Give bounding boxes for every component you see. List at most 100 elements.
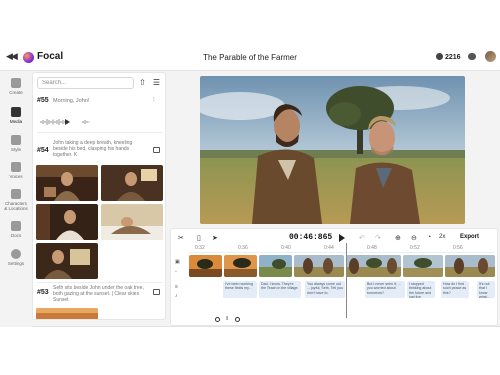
scroll-handle-right[interactable] [235, 317, 240, 322]
playhead[interactable] [346, 243, 347, 318]
zoom-level[interactable]: 2x [439, 234, 445, 240]
lightbulb-icon [11, 78, 21, 88]
video-preview[interactable] [200, 76, 465, 224]
audio-track-icon: ♪ [175, 293, 178, 299]
caption-track-icon: ≡ [175, 284, 178, 290]
media-item-number: #54 [37, 147, 49, 154]
rail-item-create[interactable]: Create [0, 78, 32, 95]
scissors-icon[interactable]: ✂ [178, 234, 184, 242]
rail-label: Docs [10, 233, 22, 238]
left-rail: Create Media Style Voices Characters & L… [0, 72, 32, 327]
ruler-tick: 0:36 [238, 245, 248, 251]
video-clip[interactable] [294, 255, 344, 277]
credits-value: 2216 [445, 54, 461, 61]
document-icon [11, 221, 21, 231]
timeline-panel: ✂ ▯ ➤ 00:46:865 ↶ ↷ ⊕ ⊖ ◔ 2x Export 0:32… [170, 228, 498, 326]
ruler-tick: 0:44 [324, 245, 334, 251]
rail-label: Voices [9, 174, 23, 179]
rail-label: Media [9, 119, 23, 124]
scroll-handle-left[interactable] [215, 317, 220, 322]
time-ruler[interactable]: 0:32 0:36 0:40 0:44 0:48 0:52 0:56 [189, 245, 495, 253]
caption-clip[interactable]: You always come out ... joyful, Seth. Te… [305, 281, 345, 298]
speed-icon[interactable]: ◔ [427, 234, 431, 241]
app-name: Focal [37, 51, 64, 62]
palette-icon [11, 135, 21, 145]
cursor-icon[interactable]: ➤ [212, 234, 218, 242]
audio-waveform[interactable] [39, 118, 109, 126]
media-thumbnail[interactable] [36, 243, 98, 279]
avatar[interactable] [485, 51, 496, 62]
trash-icon[interactable]: ▯ [197, 234, 201, 242]
divider [37, 282, 163, 283]
image-icon[interactable] [153, 147, 160, 153]
divider [37, 132, 163, 133]
media-item-number: #53 [37, 289, 49, 296]
coin-icon [436, 53, 443, 60]
media-thumbnail[interactable] [36, 204, 98, 240]
media-thumbnail[interactable] [36, 308, 98, 320]
audio-icon[interactable]: ⫶ [153, 97, 155, 104]
ruler-tick: 0:52 [410, 245, 420, 251]
rail-item-media[interactable]: Media [0, 107, 32, 124]
redo-icon[interactable]: ↷ [375, 234, 381, 242]
project-title[interactable]: The Parable of the Farmer [180, 53, 320, 62]
search-input[interactable] [37, 77, 134, 89]
media-item-text: Morning, John! [53, 98, 90, 104]
upload-icon[interactable]: ⇧ [138, 78, 147, 87]
rail-item-style[interactable]: Style [0, 135, 32, 152]
rail-item-settings[interactable]: Settings [0, 249, 32, 266]
video-clip[interactable] [224, 255, 257, 277]
image-icon [11, 107, 21, 117]
play-icon[interactable] [65, 119, 70, 125]
caption-clip[interactable]: Dad, I know. They're the Teach in the vi… [259, 281, 301, 298]
scroll-grip-icon[interactable]: ⦀ [226, 316, 228, 322]
chat-bubble-icon[interactable] [468, 53, 476, 60]
ruler-tick: 0:56 [453, 245, 463, 251]
double-chevron-left-icon[interactable]: ◀◀ [6, 51, 18, 62]
zoom-in-icon[interactable]: ⊕ [395, 234, 401, 242]
puzzle-icon [11, 189, 21, 199]
rail-label: Characters & Locations [4, 201, 28, 211]
media-panel: ⇧ ☰ #55 Morning, John! ⫶ #54 John taking… [32, 72, 166, 320]
media-item-text: John taking a deep breath, kneeling besi… [53, 140, 133, 158]
rail-label: Create [9, 90, 23, 95]
focal-logo [23, 52, 34, 63]
rail-item-characters[interactable]: Characters & Locations [0, 189, 32, 211]
caption-clip[interactable]: I've been working these fields my... [223, 281, 257, 298]
caption-clip[interactable]: But I never seen it; ... you worried abo… [365, 281, 405, 298]
video-track-icon: ▣ [175, 259, 180, 265]
rail-label: Style [10, 147, 21, 152]
media-thumbnail[interactable] [101, 204, 163, 240]
top-bar: ◀◀ Focal The Parable of the Farmer 2216 [0, 44, 500, 71]
caption-clip[interactable]: I stopped thinking about the future and … [407, 281, 435, 298]
zoom-out-icon[interactable]: ⊖ [411, 234, 417, 242]
timecode: 00:46:865 [289, 233, 333, 242]
gear-icon [11, 249, 21, 259]
ruler-tick: 0:48 [367, 245, 377, 251]
rail-item-docs[interactable]: Docs [0, 221, 32, 238]
export-button[interactable]: Export [460, 234, 479, 240]
media-item-number: #55 [37, 97, 49, 104]
image-icon[interactable] [153, 289, 160, 295]
timeline-scrollbar[interactable]: ⦀ [215, 316, 245, 322]
lock-icon[interactable]: ▫ [175, 269, 177, 275]
video-clip[interactable] [259, 255, 292, 277]
video-clip[interactable] [189, 255, 222, 277]
media-thumbnail[interactable] [36, 165, 98, 201]
play-icon[interactable] [339, 234, 345, 242]
microphone-icon [11, 162, 21, 172]
video-clip[interactable] [403, 255, 443, 277]
undo-icon[interactable]: ↶ [359, 234, 365, 242]
video-clip[interactable] [445, 255, 495, 277]
rail-label: Settings [7, 261, 25, 266]
caption-clip[interactable]: It's not that I know what... [477, 281, 495, 298]
filter-icon[interactable]: ☰ [152, 78, 161, 87]
ruler-tick: 0:40 [281, 245, 291, 251]
ruler-tick: 0:32 [195, 245, 205, 251]
caption-clip[interactable]: How do I find such peace as this? [441, 281, 469, 298]
credits-counter[interactable]: 2216 [436, 53, 461, 61]
media-item-text: Seth sits beside John under the oak tree… [53, 285, 144, 303]
video-clip[interactable] [346, 255, 401, 277]
media-thumbnail[interactable] [101, 165, 163, 201]
rail-item-voices[interactable]: Voices [0, 162, 32, 179]
